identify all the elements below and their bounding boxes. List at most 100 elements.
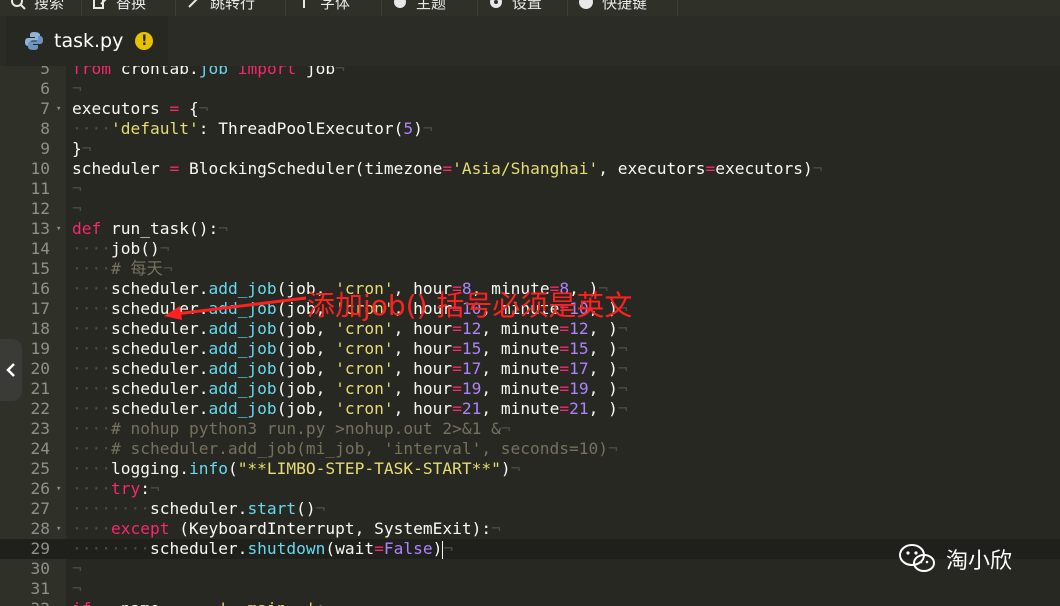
code-line[interactable]: 6 ¬ <box>0 79 1060 99</box>
line-number: 13 <box>30 219 51 238</box>
code-token: scheduler. <box>110 399 209 418</box>
eol-marker: ¬ <box>617 359 628 378</box>
code-token: run_task(): <box>101 219 219 238</box>
replace-button[interactable]: 替换 <box>82 0 176 16</box>
line-number: 9 <box>40 139 50 158</box>
theme-button[interactable]: 主题 <box>382 0 478 16</box>
search-icon <box>11 0 26 10</box>
eol-marker: ¬ <box>510 459 521 478</box>
code-token: scheduler <box>72 159 170 178</box>
file-tab[interactable]: task.py ! <box>6 16 168 66</box>
shortcuts-button[interactable]: 快捷键 <box>568 0 678 16</box>
fold-arrow-icon[interactable]: ▾ <box>56 479 61 499</box>
unsaved-warning-icon: ! <box>135 32 154 50</box>
fold-arrow-icon[interactable]: ▾ <box>56 599 61 606</box>
code-token: = <box>169 159 180 178</box>
code-line[interactable]: 25 ····logging.info("**LIMBO-STEP-TASK-ST… <box>0 459 1060 479</box>
eol-marker: ¬ <box>72 79 82 98</box>
eol-marker: ¬ <box>422 119 433 138</box>
code-token: ···· <box>72 319 111 338</box>
line-number: 31 <box>30 579 51 598</box>
code-line[interactable]: 21 ····scheduler.add_job(job, 'cron', hou… <box>0 379 1060 399</box>
code-token: = <box>559 339 570 358</box>
line-number: 15 <box>30 259 51 278</box>
line-number: 12 <box>30 199 51 218</box>
code-token: = <box>452 359 462 378</box>
fold-arrow-icon[interactable]: ▾ <box>56 219 61 239</box>
code-token: (wait <box>325 539 375 558</box>
theme-icon <box>394 0 406 8</box>
settings-button[interactable]: 设置 <box>478 0 568 16</box>
code-line[interactable]: 7 ▾ executors = {¬ <box>0 99 1060 119</box>
search-button[interactable]: 搜索 <box>0 0 82 16</box>
code-token: logging. <box>110 459 189 478</box>
code-token: , minute <box>481 399 560 418</box>
code-token: if <box>72 599 92 606</box>
code-line[interactable]: 13 ▾ def run_task():¬ <box>0 219 1060 239</box>
code-line[interactable]: 28 ▾ ····except (KeyboardInterrupt, System… <box>0 519 1060 539</box>
code-token: ···· <box>72 379 111 398</box>
code-token: , executors <box>598 159 706 178</box>
code-line[interactable]: 8 ····'default': ThreadPoolExecutor(5)¬ <box>0 119 1060 139</box>
code-token: , hour <box>393 399 453 418</box>
code-token: scheduler. <box>149 499 248 518</box>
code-token: = <box>452 399 462 418</box>
code-text: ¬ <box>72 179 82 199</box>
code-line[interactable]: 11 ¬ <box>0 179 1060 199</box>
code-token: add_job <box>208 379 277 398</box>
code-line[interactable]: 14 ····job()¬ <box>0 239 1060 259</box>
code-line[interactable]: 10 scheduler = BlockingScheduler(timezone… <box>0 159 1060 179</box>
code-token: shutdown <box>247 539 326 558</box>
code-token: BlockingScheduler(timezone <box>179 159 443 178</box>
line-number: 32 <box>0 599 51 606</box>
code-line[interactable]: 12 ¬ <box>0 199 1060 219</box>
code-line[interactable]: 23 ····# nohup python3 run.py >nohup.out … <box>0 419 1060 439</box>
code-text: ····scheduler.add_job(job, 'cron', hour=… <box>72 399 628 419</box>
code-line[interactable]: 31 ¬ <box>0 579 1060 599</box>
code-token: # 每天 <box>110 259 163 278</box>
code-editor[interactable]: 5 from crontab.job import job¬ 6 ¬ 7 ▾ executo… <box>0 66 1060 606</box>
code-line[interactable]: 32 ▾ if __name__ == '__main__':¬ <box>0 599 1060 606</box>
eol-marker: ¬ <box>159 239 170 258</box>
code-token: "**LIMBO-STEP-TASK-START**" <box>237 459 501 478</box>
code-line[interactable]: 15 ····# 每天¬ <box>0 259 1060 279</box>
font-label: 字体 <box>320 0 351 12</box>
code-token: False <box>383 539 433 558</box>
code-text: ¬ <box>72 579 82 599</box>
fold-arrow-icon[interactable]: ▾ <box>56 519 61 539</box>
code-token: ···· <box>72 419 111 438</box>
code-token: # scheduler.add_job(mi_job, 'interval', … <box>110 439 609 458</box>
line-number: 16 <box>30 279 51 298</box>
font-button[interactable]: 字体 <box>286 0 382 16</box>
settings-icon <box>490 0 502 8</box>
code-text: ····scheduler.add_job(job, 'cron', hour=… <box>72 339 628 359</box>
code-line[interactable]: 19 ····scheduler.add_job(job, 'cron', hou… <box>0 339 1060 359</box>
code-token: ···· <box>72 279 111 298</box>
collapse-sidebar-handle[interactable] <box>0 339 22 401</box>
code-line[interactable]: 26 ▾ ····try:¬ <box>0 479 1060 499</box>
code-line[interactable]: 22 ····scheduler.add_job(job, 'cron', hou… <box>0 399 1060 419</box>
code-line[interactable]: 9}¬ <box>0 139 1060 159</box>
code-text: def run_task():¬ <box>72 219 228 239</box>
code-line[interactable]: 24 ····# scheduler.add_job(mi_job, 'inter… <box>0 439 1060 459</box>
fold-arrow-icon[interactable]: ▾ <box>56 99 61 119</box>
code-line[interactable]: 5 from crontab.job import job¬ <box>0 66 1060 79</box>
code-text: ¬ <box>72 559 82 579</box>
line-number: 25 <box>30 459 51 478</box>
code-text: ········scheduler.shutdown(wait=False)¬ <box>72 539 453 559</box>
replace-label: 替换 <box>116 0 147 12</box>
code-text: ¬ <box>72 79 82 99</box>
code-token: { <box>179 99 199 118</box>
code-text: ····# nohup python3 run.py >nohup.out 2>… <box>72 419 511 439</box>
code-token: (job, <box>276 379 336 398</box>
settings-label: 设置 <box>512 0 543 12</box>
line-number: 23 <box>30 419 51 438</box>
code-token: 15 <box>569 339 589 358</box>
code-token: from <box>72 66 111 78</box>
code-token: 'cron' <box>335 359 394 378</box>
watermark: 淘小欣 <box>898 543 1012 575</box>
code-line[interactable]: 27 ········scheduler.start()¬ <box>0 499 1060 519</box>
code-line[interactable]: 20 ····scheduler.add_job(job, 'cron', hou… <box>0 359 1060 379</box>
goto-line-button[interactable]: 跳转行 <box>176 0 286 16</box>
code-token: , minute <box>481 339 560 358</box>
